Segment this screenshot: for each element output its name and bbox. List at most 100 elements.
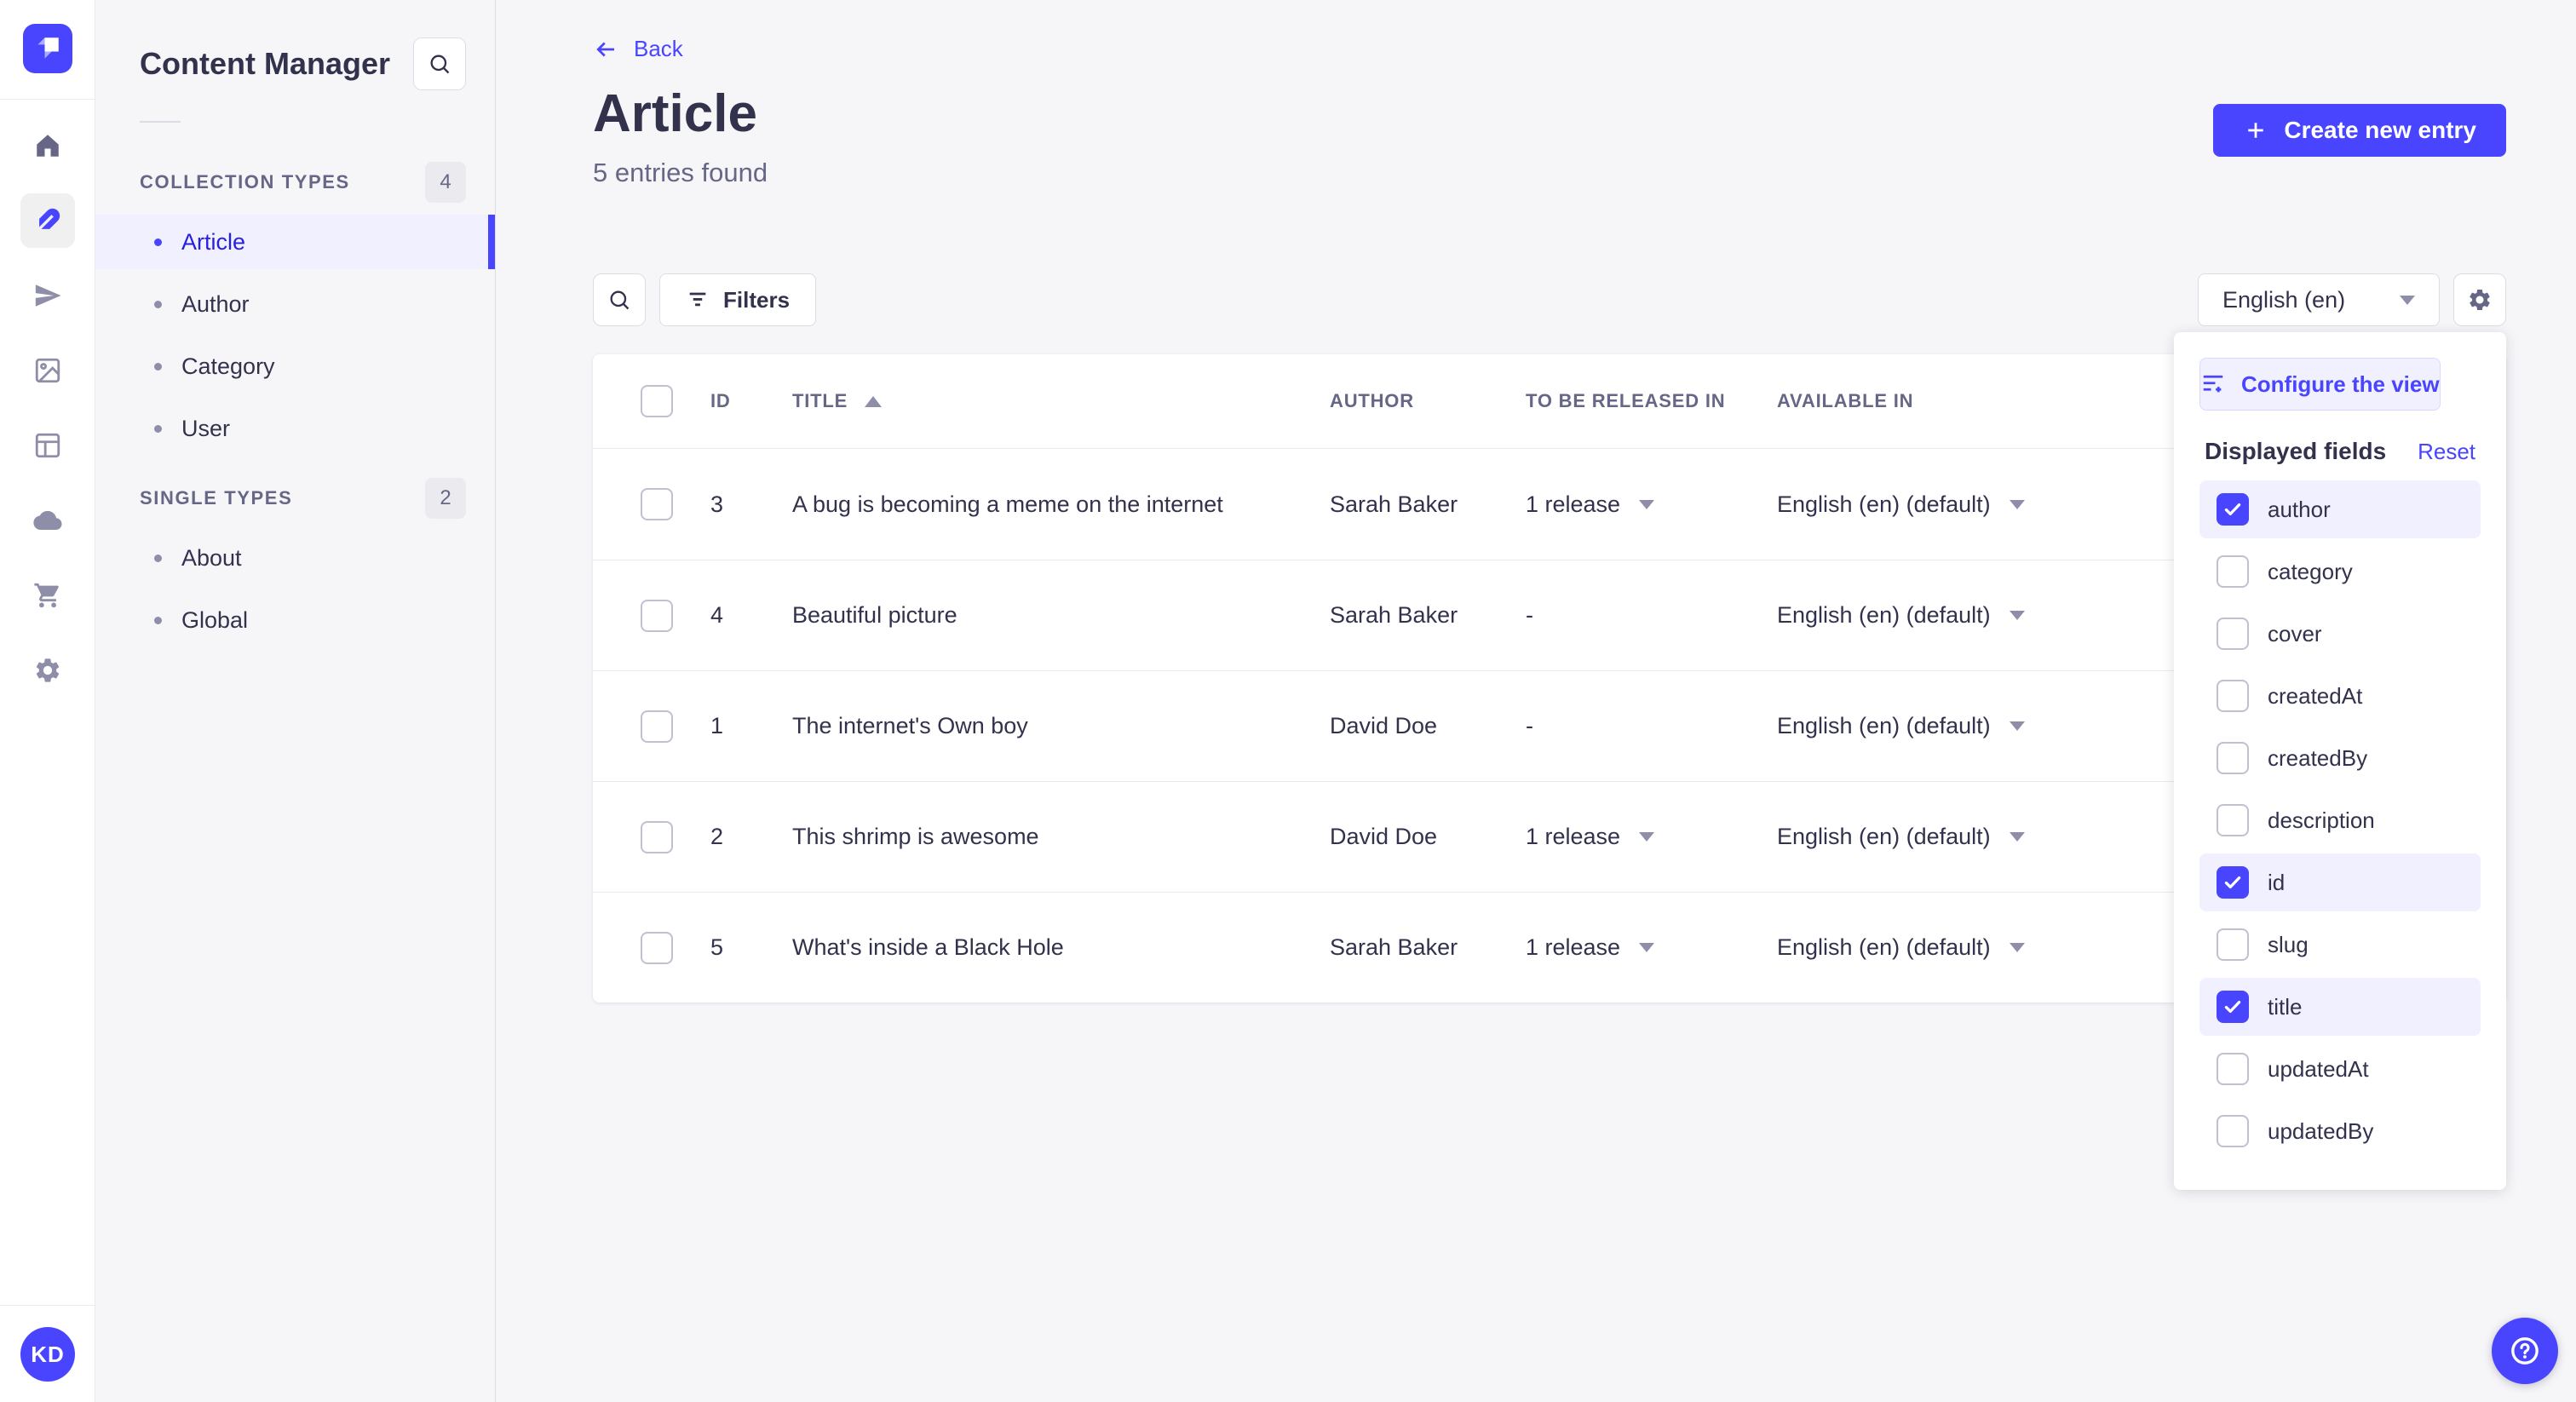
column-header-to-be-released-in[interactable]: TO BE RELEASED IN — [1526, 390, 1777, 412]
field-label: id — [2268, 869, 2286, 895]
field-label: author — [2268, 496, 2331, 522]
home-icon[interactable] — [20, 118, 75, 173]
field-checkbox[interactable] — [2217, 1115, 2249, 1147]
field-checkbox[interactable] — [2217, 804, 2249, 836]
row-checkbox[interactable] — [641, 710, 673, 743]
cell-title: Beautiful picture — [792, 602, 957, 628]
strapi-logo[interactable] — [22, 24, 72, 73]
field-toggle-createdAt[interactable]: createdAt — [2199, 667, 2481, 725]
sidebar-item-user[interactable]: User — [95, 401, 495, 456]
sidebar-item-category[interactable]: Category — [95, 339, 495, 394]
sidebar-item-global[interactable]: Global — [95, 593, 495, 647]
field-toggle-updatedAt[interactable]: updatedAt — [2199, 1040, 2481, 1098]
cell-id: 4 — [710, 602, 724, 628]
field-label: createdAt — [2268, 682, 2363, 709]
check-icon — [2224, 876, 2241, 889]
field-checkbox[interactable] — [2217, 555, 2249, 588]
media-library-icon[interactable] — [20, 343, 75, 398]
field-toggle-updatedBy[interactable]: updatedBy — [2199, 1102, 2481, 1160]
view-settings-gear-button[interactable] — [2453, 273, 2506, 326]
bullet-icon — [154, 362, 162, 371]
layout-icon[interactable] — [20, 418, 75, 473]
cell-release[interactable]: 1 release — [1526, 491, 1777, 518]
check-icon — [2224, 503, 2241, 516]
column-header-title[interactable]: TITLE — [792, 390, 1330, 412]
displayed-fields-list: author category cover createdAt createdB — [2199, 480, 2481, 1160]
avatar[interactable]: KD — [20, 1327, 75, 1382]
chevron-down-icon — [1639, 943, 1655, 952]
back-arrow-icon — [596, 42, 614, 56]
field-checkbox[interactable] — [2217, 618, 2249, 650]
content-manager-subnav: Content Manager COLLECTION TYPES 4 Artic… — [95, 0, 496, 1402]
cell-release[interactable]: 1 release — [1526, 824, 1777, 850]
chevron-down-icon — [2400, 295, 2415, 305]
field-label: title — [2268, 993, 2303, 1020]
cell-locale-value: English (en) (default) — [1777, 934, 1991, 960]
row-checkbox[interactable] — [641, 820, 673, 853]
field-toggle-category[interactable]: category — [2199, 543, 2481, 600]
field-checkbox[interactable] — [2217, 866, 2249, 899]
content-manager-feather-icon[interactable] — [20, 193, 75, 248]
subnav-item-label: Global — [181, 606, 249, 633]
filters-button[interactable]: Filters — [659, 273, 817, 326]
cell-author: David Doe — [1330, 713, 1438, 738]
row-checkbox[interactable] — [641, 931, 673, 964]
row-checkbox[interactable] — [641, 488, 673, 520]
sidebar-item-author[interactable]: Author — [95, 277, 495, 331]
search-icon — [430, 55, 450, 74]
field-checkbox[interactable] — [2217, 742, 2249, 774]
field-checkbox[interactable] — [2217, 680, 2249, 712]
cell-release[interactable]: - — [1526, 713, 1777, 739]
cell-title: The internet's Own boy — [792, 713, 1028, 738]
create-new-entry-button[interactable]: Create new entry — [2213, 104, 2506, 157]
chevron-down-icon — [2009, 832, 2025, 842]
row-checkbox[interactable] — [641, 599, 673, 632]
field-toggle-description[interactable]: description — [2199, 791, 2481, 849]
column-header-author[interactable]: AUTHOR — [1330, 390, 1526, 412]
subnav-item-label: Category — [181, 353, 275, 379]
subnav-search-button[interactable] — [413, 37, 466, 90]
table-search-button[interactable] — [593, 273, 646, 326]
view-settings-popover: Configure the view Displayed fields Rese… — [2174, 332, 2506, 1190]
help-button[interactable] — [2492, 1318, 2558, 1384]
subnav-section: SINGLE TYPES 2 About Global — [95, 478, 495, 647]
cell-locale-value: English (en) (default) — [1777, 824, 1991, 849]
cell-release[interactable]: - — [1526, 602, 1777, 629]
section-label: COLLECTION TYPES — [140, 171, 350, 192]
locale-select[interactable]: English (en) — [2198, 273, 2440, 326]
field-toggle-id[interactable]: id — [2199, 853, 2481, 911]
cloud-icon[interactable] — [20, 493, 75, 548]
cell-id: 5 — [710, 934, 724, 960]
field-checkbox[interactable] — [2217, 991, 2249, 1023]
subnav-item-label: Article — [181, 228, 246, 255]
select-all-checkbox[interactable] — [641, 385, 673, 417]
column-header-id[interactable]: ID — [710, 390, 792, 412]
search-icon — [610, 290, 630, 310]
field-toggle-author[interactable]: author — [2199, 480, 2481, 538]
field-toggle-createdBy[interactable]: createdBy — [2199, 729, 2481, 787]
chevron-down-icon — [1639, 499, 1655, 509]
field-checkbox[interactable] — [2217, 493, 2249, 526]
field-toggle-title[interactable]: title — [2199, 978, 2481, 1036]
send-icon[interactable] — [20, 268, 75, 323]
reset-link[interactable]: Reset — [2418, 439, 2475, 465]
bullet-icon — [154, 554, 162, 562]
nav-rail: KD — [0, 0, 95, 1402]
field-checkbox[interactable] — [2217, 928, 2249, 961]
cell-id: 2 — [710, 824, 724, 849]
sidebar-item-article[interactable]: Article — [95, 215, 495, 269]
field-toggle-cover[interactable]: cover — [2199, 605, 2481, 663]
field-label: updatedAt — [2268, 1055, 2369, 1082]
field-toggle-slug[interactable]: slug — [2199, 916, 2481, 974]
bullet-icon — [154, 238, 162, 246]
cell-title: A bug is becoming a meme on the internet — [792, 491, 1223, 517]
cell-release[interactable]: 1 release — [1526, 934, 1777, 961]
settings-gear-icon[interactable] — [20, 643, 75, 698]
back-link[interactable]: Back — [593, 36, 683, 62]
sidebar-item-about[interactable]: About — [95, 531, 495, 585]
configure-list-icon — [2203, 375, 2223, 393]
chevron-down-icon — [2009, 499, 2025, 509]
field-checkbox[interactable] — [2217, 1053, 2249, 1085]
configure-the-view-button[interactable]: Configure the view — [2199, 358, 2441, 411]
cart-icon[interactable] — [20, 568, 75, 623]
